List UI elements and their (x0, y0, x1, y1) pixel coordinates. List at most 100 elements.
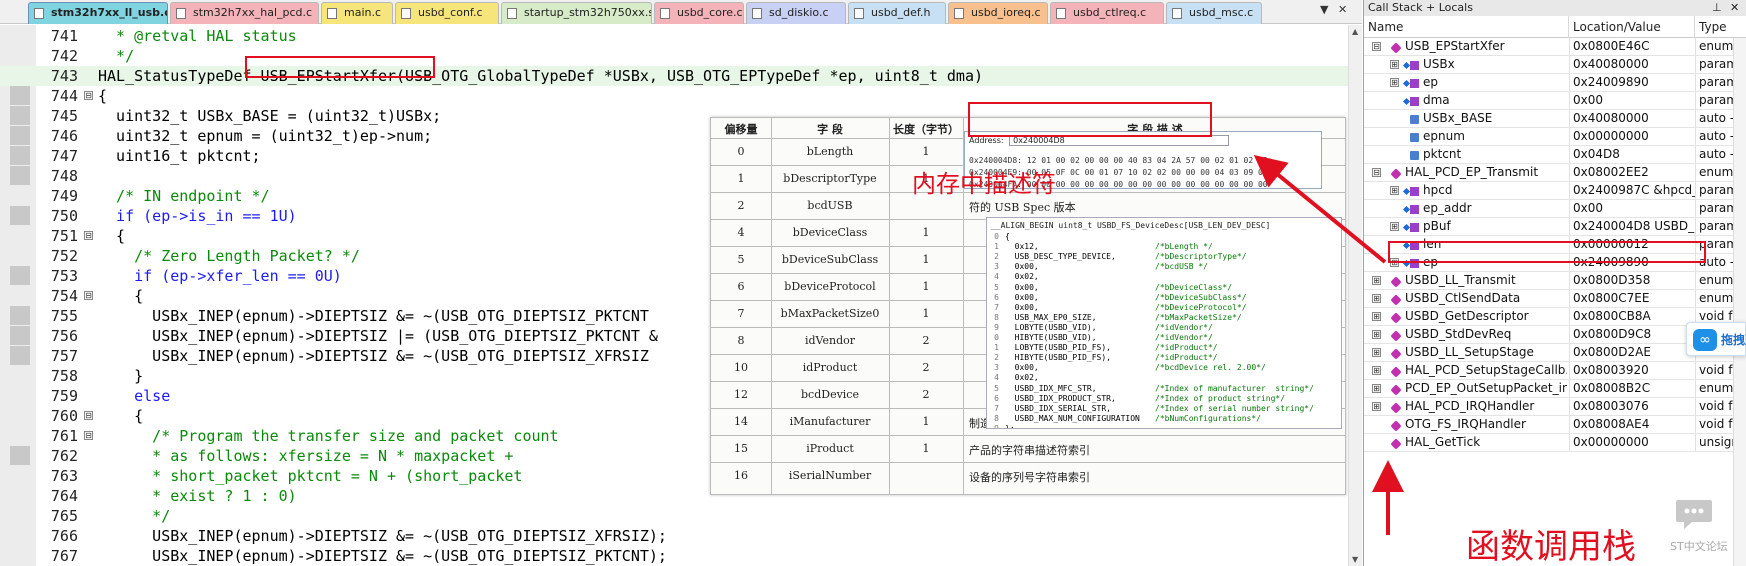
auto-variable-icon (1410, 133, 1419, 142)
code-line[interactable]: 741 * @retval HAL status (0, 26, 1348, 46)
expand-toggle-icon[interactable]: ⊞ (1390, 222, 1399, 231)
expand-toggle-icon[interactable]: ⊞ (1372, 366, 1381, 375)
editor-tab[interactable]: usbd_msc.c (1166, 2, 1262, 24)
tab-list-dropdown-icon[interactable]: ▼ (1320, 3, 1328, 16)
call-stack-frame-row[interactable]: OTG_FS_IRQHandler 0x08008AE4void f() (1364, 416, 1746, 434)
descriptor-code-header: __ALIGN_BEGIN uint8_t USBD_FS_DeviceDesc… (991, 221, 1271, 230)
expand-toggle-icon[interactable]: ⊞ (1390, 78, 1399, 87)
code-text: USBx_INEP(epnum)->DIEPTSIZ &= ~(USB_OTG_… (98, 547, 667, 565)
descriptor-code-comment: /*bcdDevice rel. 2.00*/ (1155, 363, 1266, 373)
column-headers: Name Location/Value Type (1364, 16, 1746, 38)
editor-tab[interactable]: stm32h7xx_hal_pcd.c (170, 2, 319, 24)
panel-title-bar: Call Stack + Locals ⊥ ✕ (1364, 0, 1746, 16)
descriptor-code-text: 0x00, (1005, 282, 1039, 292)
code-editor[interactable]: 741 * @retval HAL status 742 */743 HAL_Sta… (0, 25, 1348, 566)
expand-toggle-icon[interactable]: ⊞ (1390, 186, 1399, 195)
tab-close-icon[interactable]: ✕ (1338, 3, 1347, 16)
code-line[interactable]: 743 HAL_StatusTypeDef USB_EPStartXfer(USB… (0, 66, 1348, 86)
watermark: ST中文论坛 (1660, 496, 1742, 560)
editor-tab[interactable]: usbd_conf.c (395, 2, 499, 24)
editor-tab[interactable]: main.c (321, 2, 393, 24)
drag-drop-widget[interactable]: ∞ 拖拽至 (1686, 322, 1746, 356)
expand-toggle-icon[interactable]: ⊞ (1372, 276, 1381, 285)
local-variable-row[interactable]: dma 0x00param - (1364, 92, 1746, 110)
call-stack-value: 0x00000000 (1569, 128, 1695, 145)
table-cell: 4 (737, 226, 745, 239)
local-variable-row[interactable]: ⊞ pBuf 0x240004D8 USBD_FS_...param - (1364, 218, 1746, 236)
pin-icon[interactable]: ⊥ (1712, 0, 1722, 16)
call-stack-name: USBD_LL_SetupStage (1405, 345, 1534, 359)
table-cell: 8 (737, 334, 745, 347)
editor-tab[interactable]: usbd_def.h (848, 2, 946, 24)
editor-tab[interactable]: startup_stm32h750xx.s (501, 2, 652, 24)
call-stack-frame-row[interactable]: ⊞ HAL_PCD_IRQHandler 0x08003076void f(s (1364, 398, 1746, 416)
function-frame-icon (1390, 330, 1402, 342)
fold-toggle-icon[interactable]: ⊟ (84, 291, 93, 300)
fold-toggle-icon[interactable]: ⊟ (84, 231, 93, 240)
column-header-value[interactable]: Location/Value (1569, 16, 1695, 38)
file-icon (660, 8, 670, 19)
local-variable-row[interactable]: ⊞ hpcd 0x2400987C &hpcd_U...param - (1364, 182, 1746, 200)
call-stack-frame-row[interactable]: ⊟ HAL_PCD_EP_Transmit 0x08002EE2enum (u (1364, 164, 1746, 182)
call-stack-scrollbar[interactable] (1733, 38, 1746, 566)
code-line[interactable]: 765 */ (0, 506, 1348, 526)
editor-tab[interactable]: usbd_core.c (654, 2, 744, 24)
table-cell: 7 (737, 307, 745, 320)
expand-toggle-icon[interactable]: ⊞ (1372, 384, 1381, 393)
call-stack-frame-row[interactable]: ⊞ HAL_PCD_SetupStageCallb... 0x08003920 voi… (1364, 362, 1746, 380)
call-stack-type: enum (u (1695, 272, 1733, 289)
fold-toggle-icon[interactable]: ⊟ (84, 91, 93, 100)
expand-toggle-icon[interactable]: ⊞ (1372, 402, 1381, 411)
expand-toggle-icon[interactable]: ⊞ (1372, 312, 1381, 321)
table-cell: 6 (737, 280, 745, 293)
call-stack-frame-row[interactable]: ⊞ USBD_LL_Transmit 0x0800D358enum (u (1364, 272, 1746, 290)
scroll-down-arrow-icon[interactable]: ▼ (1352, 555, 1358, 564)
expand-toggle-icon[interactable]: ⊞ (1372, 330, 1381, 339)
expand-toggle-icon[interactable]: ⊞ (1390, 60, 1399, 69)
fold-toggle-icon[interactable]: ⊟ (84, 431, 93, 440)
line-number: 765 (50, 507, 78, 525)
code-line[interactable]: 767 USBx_INEP(epnum)->DIEPTSIZ &= ~(USB_… (0, 546, 1348, 566)
editor-tab[interactable]: stm32h7xx_ll_usb.c (28, 2, 168, 24)
call-stack-frame-row[interactable]: ⊟ USB_EPStartXfer 0x0800E46Cenum (u (1364, 38, 1746, 56)
editor-vertical-scrollbar[interactable]: ▲ ▼ (1348, 25, 1362, 566)
call-stack-frame-row[interactable]: HAL_GetTick 0x00000000unsigne (1364, 434, 1746, 452)
code-line[interactable]: 766 USBx_INEP(epnum)->DIEPTSIZ &= ~(USB_… (0, 526, 1348, 546)
local-variable-row[interactable]: ⊞ USBx 0x40080000param - (1364, 56, 1746, 74)
editor-tab[interactable]: usbd_ioreq.c (948, 2, 1048, 24)
descriptor-code-text: 0x00, (1005, 292, 1039, 302)
expand-toggle-icon[interactable]: ⊞ (1372, 294, 1381, 303)
collapse-toggle-icon[interactable]: ⊟ (1372, 42, 1381, 51)
column-header-name[interactable]: Name (1364, 16, 1569, 38)
scroll-up-arrow-icon[interactable]: ▲ (1352, 27, 1358, 36)
close-icon[interactable]: ✕ (1730, 0, 1739, 16)
line-number: 764 (50, 487, 78, 505)
fold-toggle-icon[interactable]: ⊟ (84, 411, 93, 420)
editor-tab-label: stm32h7xx_ll_usb.c (51, 6, 168, 19)
local-variable-row[interactable]: ⊞ ep 0x24009890param - (1364, 74, 1746, 92)
collapse-toggle-icon[interactable]: ⊟ (1372, 168, 1381, 177)
editor-tab[interactable]: sd_diskio.c (746, 2, 846, 24)
code-line[interactable]: 742 */ (0, 46, 1348, 66)
editor-tab[interactable]: usbd_ctlreq.c (1050, 2, 1164, 24)
call-stack-name: hpcd (1423, 183, 1453, 197)
descriptor-code-line: 1 0x12, /*bLength */ (987, 242, 1341, 253)
local-variable-row[interactable]: epnum 0x00000000auto - u (1364, 128, 1746, 146)
expand-toggle-icon[interactable]: ⊞ (1372, 348, 1381, 357)
local-variable-row[interactable]: pktcnt 0x04D8auto - u (1364, 146, 1746, 164)
device-descriptor-code-image: __ALIGN_BEGIN uint8_t USBD_FS_DeviceDesc… (986, 217, 1342, 429)
call-stack-frame-row[interactable]: ⊞ USBD_CtlSendData 0x0800C7EEenum (u (1364, 290, 1746, 308)
code-text: USBx_INEP(epnum)->DIEPTSIZ &= ~(USB_OTG_… (98, 527, 667, 545)
call-stack-value: 0x240004D8 USBD_FS_... (1569, 218, 1695, 235)
column-header-type[interactable]: Type (1695, 16, 1746, 38)
line-number: 762 (50, 447, 78, 465)
table-cell: 15 (734, 442, 748, 455)
line-number: 767 (50, 547, 78, 565)
function-name-highlight-box (245, 56, 435, 78)
call-stack-frame-row[interactable]: ⊞ PCD_EP_OutSetupPacket_int 0x08008B2C enum… (1364, 380, 1746, 398)
local-variable-row[interactable]: USBx_BASE 0x40080000auto - u (1364, 110, 1746, 128)
local-variable-row[interactable]: ep_addr 0x00param - (1364, 200, 1746, 218)
code-text: /* Program the transfer size and packet … (98, 427, 559, 445)
drag-drop-label: 拖拽至 (1721, 333, 1746, 347)
editor-tab-label: stm32h7xx_hal_pcd.c (193, 6, 313, 19)
